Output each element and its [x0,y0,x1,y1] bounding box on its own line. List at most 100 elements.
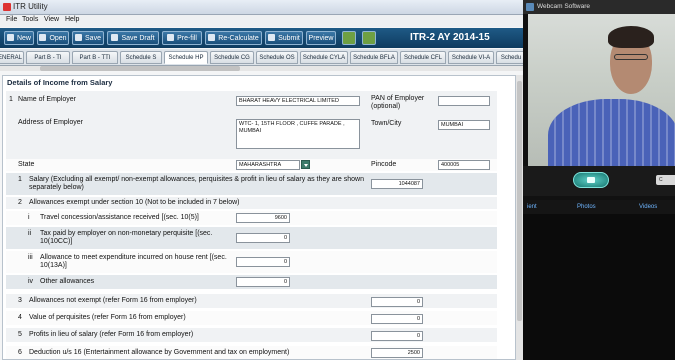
sub-i-label: Travel concession/assistance received [(… [40,214,199,221]
profits-field[interactable]: 0 [371,331,423,341]
profits-row: 5 Profits in lieu of salary (refer Form … [6,328,497,342]
chevron-down-icon[interactable] [301,160,310,169]
new-button[interactable]: New [4,31,34,45]
person-hair [608,26,654,48]
tab-schedule-s[interactable]: Schedule S [120,51,162,64]
horizontal-scrollbar[interactable] [0,66,523,71]
tab-schedule-more[interactable]: Schedu [496,51,523,64]
sub-i-field[interactable]: 9600 [236,213,290,223]
menu-tools[interactable]: Tools [22,16,38,23]
tab-part-b-ti[interactable]: Part B - TI [26,51,70,64]
sub-ii-number: ii [28,230,32,237]
allowances-exempt-label: Allowances exempt under section 10 (Not … [29,199,240,206]
webcam-gallery [523,214,675,360]
save-button[interactable]: Save [72,31,104,45]
tab-schedule-os[interactable]: Schedule OS [256,51,298,64]
sub-iii-number: iii [28,254,33,261]
app-icon [3,3,11,11]
horizontal-scroll-thumb[interactable] [40,66,240,71]
webcam-title-bar: Webcam Software [523,0,675,14]
tab-part-b-tti[interactable]: Part B - TTI [72,51,118,64]
preview-button[interactable]: Preview [306,31,336,45]
prefill-icon [167,34,175,41]
schedule-tabs: ENERAL Part B - TI Part B - TTI Schedule… [0,49,523,66]
webcam-tab-client[interactable]: ient [527,204,537,210]
tab-schedule-cyla[interactable]: Schedule CYLA [300,51,348,64]
tab-schedule-via[interactable]: Schedule VI-A [448,51,494,64]
sub-row-iii: iii Allowance to meet expenditure incurr… [6,251,497,273]
not-exempt-row: 3 Allowances not exempt (refer Form 16 f… [6,294,497,308]
webcam-app-icon [526,3,534,11]
recalculate-button[interactable]: Re-Calculate [205,31,262,45]
save-draft-button[interactable]: Save Draft [107,31,159,45]
webcam-side-button[interactable]: C [656,175,675,185]
tab-schedule-cg[interactable]: Schedule CG [210,51,254,64]
window-title: ITR Utility [13,2,48,11]
allowances-exempt-number: 2 [18,199,22,206]
webcam-title: Webcam Software [537,3,590,10]
perquisites-field[interactable]: 0 [371,314,423,324]
sub-row-ii: ii Tax paid by employer on non-monetary … [6,227,497,249]
tab-schedule-bfla[interactable]: Schedule BFLA [350,51,398,64]
employer-name-label: Name of Employer [18,96,76,103]
not-exempt-field[interactable]: 0 [371,297,423,307]
webcam-tab-videos[interactable]: Videos [639,204,657,210]
salary-number: 1 [18,176,22,183]
toolbar-green-icon-1[interactable] [342,31,356,45]
employer-address-label: Address of Employer [18,119,83,126]
vertical-scroll-thumb[interactable] [517,81,522,321]
employer-address-field[interactable]: WTC- 1, 15TH FLOOR , CUFFE PARADE , MUMB… [236,119,360,149]
tab-general[interactable]: ENERAL [0,51,24,64]
submit-button[interactable]: Submit [265,31,303,45]
sub-iii-label: Allowance to meet expenditure incurred o… [40,254,227,269]
not-exempt-label: Allowances not exempt (refer Form 16 fro… [29,297,197,304]
tab-schedule-cfl[interactable]: Schedule CFL [400,51,446,64]
glasses [614,54,648,60]
menu-bar: File Tools View Help [0,15,523,27]
deduction-row: 6 Deduction u/s 16 (Entertainment allowa… [6,346,497,359]
sub-ii-field[interactable]: 0 [236,233,290,243]
pincode-label: Pincode [371,161,397,168]
sub-iii-field[interactable]: 0 [236,257,290,267]
vertical-scrollbar[interactable] [516,75,523,360]
form-title: ITR-2 AY 2014-15 [410,32,490,43]
state-label: State [18,161,35,168]
tab-schedule-hp[interactable]: Schedule HP [164,51,208,64]
open-icon [39,34,47,41]
pincode-field[interactable]: 400005 [438,160,490,170]
recalculate-icon [208,34,216,41]
menu-view[interactable]: View [44,16,59,23]
webcam-tab-photos[interactable]: Photos [577,204,596,210]
sub-iv-number: iv [28,278,34,285]
camera-capture-button[interactable] [573,172,609,188]
employer-pan-field[interactable] [438,96,490,106]
deduction-field[interactable]: 2500 [371,348,423,358]
state-row: State MAHARASHTRA Pincode 400005 [6,159,497,171]
menu-help[interactable]: Help [65,16,79,23]
sub-iv-label: Other allowances [40,278,95,285]
employer-name-field[interactable]: BHARAT HEAVY ELECTRICAL LIMITED [236,96,360,106]
person-shirt-stripes [548,99,675,166]
not-exempt-number: 3 [18,297,22,304]
town-city-label: Town/City [371,120,402,127]
profits-number: 5 [18,331,22,338]
sub-ii-label: Tax paid by employer on non-monetary per… [40,230,213,245]
employer-pan-label: PAN of Employer (optional) [371,95,425,110]
salary-field[interactable]: 1044087 [371,179,423,189]
save-draft-icon [111,34,119,41]
state-dropdown[interactable]: MAHARASHTRA [236,160,300,170]
sub-i-number: i [28,214,30,221]
sub-iv-field[interactable]: 0 [236,277,290,287]
save-icon [75,34,83,41]
employer-number: 1 [9,96,13,103]
open-button[interactable]: Open [37,31,69,45]
toolbar-green-icon-2[interactable] [362,31,376,45]
prefill-button[interactable]: Pre-fill [162,31,202,45]
webcam-tabs: ient Photos Videos [523,200,675,214]
town-city-field[interactable]: MUMBAI [438,120,490,130]
title-bar: ITR Utility [0,0,523,15]
sub-row-i: i Travel concession/assistance received … [6,211,497,225]
menu-file[interactable]: File [6,16,17,23]
salary-form: Details of Income from Salary 1 Name of … [2,75,516,360]
toolbar: New Open Save Save Draft Pre-fill Re-Cal… [0,28,523,48]
